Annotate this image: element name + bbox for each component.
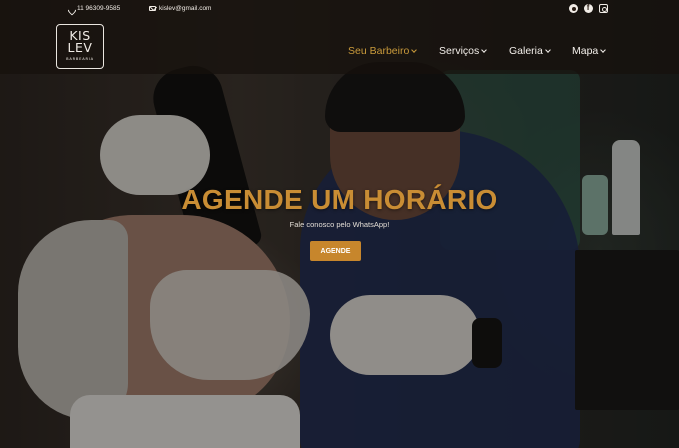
nav-item-seu-barbeiro[interactable]: Seu Barbeiro [348, 45, 418, 57]
whatsapp-icon[interactable] [569, 4, 578, 13]
nav-item-mapa[interactable]: Mapa [572, 45, 607, 57]
nav-item-label: Galeria [509, 45, 543, 57]
hero-subtitle: Fale conosco pelo WhatsApp! [289, 220, 390, 229]
hero-title: AGENDE UM HORÁRIO [181, 184, 498, 215]
chevron-down-icon [411, 46, 418, 53]
instagram-icon[interactable] [599, 4, 608, 13]
email-address: kislev@gmail.com [159, 5, 212, 12]
phone-number: 11 96309-9585 [77, 5, 121, 12]
nav-item-label: Seu Barbeiro [348, 45, 410, 57]
nav-item-label: Mapa [572, 45, 599, 57]
phone-contact[interactable]: 11 96309-9585 [68, 5, 120, 12]
agende-button[interactable]: AGENDE [310, 241, 361, 261]
logo-subtitle: BARBEARIA [66, 57, 94, 61]
mail-icon [149, 6, 156, 11]
chevron-down-icon [545, 46, 551, 53]
chevron-down-icon [600, 46, 607, 53]
email-contact[interactable]: kislev@gmail.com [149, 5, 211, 12]
facebook-icon[interactable] [584, 3, 593, 13]
nav-item-galeria[interactable]: Galeria [509, 45, 551, 57]
nav-item-label: Serviços [439, 45, 480, 57]
chevron-down-icon [481, 46, 488, 53]
phone-icon [68, 6, 74, 12]
site-header: 11 96309-9585 kislev@gmail.com KIS LEV B… [0, 0, 679, 74]
site-logo[interactable]: KIS LEV BARBEARIA [56, 24, 104, 69]
logo-text-bottom: LEV [67, 40, 93, 55]
nav-item-servicos[interactable]: Serviços [439, 45, 488, 57]
